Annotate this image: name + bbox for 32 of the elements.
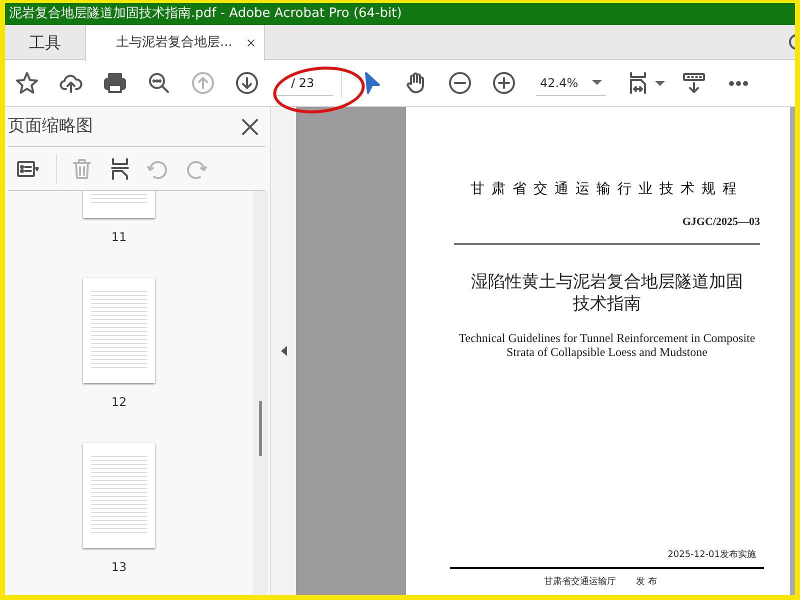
collapse-panel-icon[interactable] xyxy=(280,346,286,356)
page-thumbnail[interactable] xyxy=(83,278,155,383)
zoom-in-icon xyxy=(492,71,516,95)
zoom-dropdown[interactable]: 42.4% xyxy=(536,70,606,96)
more-icon xyxy=(728,80,748,86)
caret-icon xyxy=(592,80,602,85)
tab[interactable]: 土与泥岩复合地层... xyxy=(85,25,265,61)
page-number-label: 13 xyxy=(111,559,127,576)
issuer: 甘肃省交通运输厅 xyxy=(544,576,616,588)
page-insert-icon xyxy=(108,156,132,180)
star-icon xyxy=(15,71,39,95)
document-header: 甘肃省交通运输行业技术规程 xyxy=(470,180,744,199)
scrollbar-thumb[interactable] xyxy=(259,401,262,456)
document-title: 湿陷性黄土与泥岩复合地层隧道加固 xyxy=(471,270,743,292)
english-title: Technical Guidelines for Tunnel Reinforcement in Composite Strata of Collapsible Loess and Mudstone xyxy=(458,330,756,358)
issued-label: 发 布 xyxy=(636,576,657,588)
document-code: GJGC/2025—03 xyxy=(682,215,760,230)
page-thumbnail[interactable] xyxy=(83,443,155,548)
window-title: 泥岩复合地层隧道加固技术指南.pdf - Adobe Acrobat Pro (64-bit) xyxy=(5,3,795,25)
tab[interactable]: 工具 xyxy=(5,25,85,60)
page-number-label: 12 xyxy=(111,394,127,411)
document-title: 技术指南 xyxy=(572,292,642,314)
keyboard-down-icon xyxy=(682,71,706,95)
zoom-out-icon xyxy=(448,71,472,95)
panel-title: 页面缩略图 xyxy=(8,114,93,138)
print-icon xyxy=(103,71,127,95)
page-count: / 23 xyxy=(291,74,314,92)
caret-icon xyxy=(655,80,665,86)
effective-date: 2025-12-01发布实施 xyxy=(668,549,756,562)
search-icon xyxy=(147,71,171,95)
page-number-label: 11 xyxy=(111,229,127,246)
trash-icon xyxy=(70,156,94,180)
